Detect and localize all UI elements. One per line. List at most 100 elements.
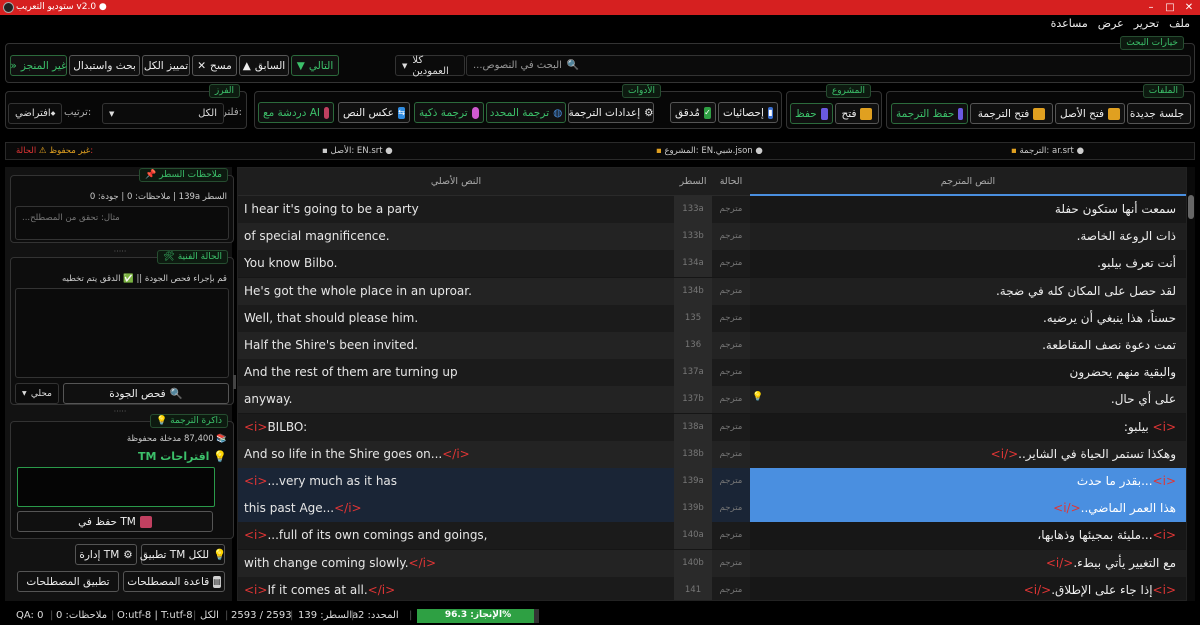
open-translation-button[interactable]: فتح الترجمة <box>970 103 1053 124</box>
line-cell[interactable]: 136 <box>674 332 712 359</box>
line-cell[interactable]: 140b <box>674 549 712 577</box>
new-session-button[interactable]: جلسة جديدة <box>1127 103 1191 124</box>
status-cell[interactable]: مترجم <box>712 522 750 549</box>
original-cell[interactable]: And so life in the Shire goes on...</i> <box>238 441 674 468</box>
checked-button-2[interactable]: مُدقق ✓ <box>670 102 716 123</box>
status-cell[interactable]: مترجم <box>712 577 750 600</box>
order-select[interactable]: افتراضي ◆ <box>8 103 62 124</box>
status-cell[interactable]: مترجم <box>712 305 750 332</box>
table-row[interactable]: <i>...very much as it has 139a مترجم <i>...… <box>238 468 1186 495</box>
line-cell[interactable]: 138b <box>674 440 712 468</box>
quality-check-button[interactable]: فحص الجودة 🔍 <box>63 383 229 404</box>
translation-cell[interactable]: وهكذا تستمر الحياة في الشاير..</i> <box>750 440 1186 468</box>
table-row[interactable]: Half the Shire's been invited. 136 مترجم تم… <box>238 332 1186 359</box>
status-cell[interactable]: مترجم <box>712 278 750 305</box>
translation-settings-button[interactable]: إعدادات الترجمة ⚙ <box>568 102 654 123</box>
menu-help[interactable]: مساعدة <box>1047 15 1092 33</box>
original-cell[interactable]: You know Bilbo. <box>238 250 674 277</box>
original-cell[interactable]: I hear it's going to be a party <box>238 196 674 223</box>
line-cell[interactable]: 137b <box>674 386 712 414</box>
translation-cell[interactable]: والبقية منهم يحضرون <box>750 359 1186 387</box>
translation-cell[interactable]: حسناً، هذا ينبغي أن يرضيه. <box>750 304 1186 332</box>
tm-suggestions-list[interactable] <box>17 467 215 507</box>
translation-cell[interactable]: سمعت أنها ستكون حفلة <box>750 196 1186 223</box>
status-cell[interactable]: مترجم <box>712 414 750 441</box>
translation-cell[interactable]: لقد حصل على المكان كله في ضجة. <box>750 277 1186 305</box>
splitter-handle-2[interactable]: ····· <box>110 407 130 416</box>
close-icon[interactable]: ✕ <box>1180 0 1198 15</box>
scope-select[interactable]: ▼ كلا العمودين <box>395 55 465 77</box>
original-cell[interactable]: <i>BILBO: <box>238 414 674 441</box>
status-cell[interactable]: مترجم <box>712 550 750 577</box>
status-cell[interactable]: مترجم <box>712 441 750 468</box>
original-cell[interactable]: Half the Shire's been invited. <box>238 332 674 359</box>
menu-file[interactable]: ملف <box>1165 15 1194 33</box>
filter-select[interactable]: ▼ الكل <box>102 103 224 124</box>
status-cell[interactable]: مترجم <box>712 250 750 277</box>
manage-tm-button[interactable]: إدارة TM ⚙ <box>75 544 137 565</box>
original-cell[interactable]: <i>...very much as it has <box>238 468 674 495</box>
splitter-handle[interactable]: ····· <box>110 247 130 256</box>
translation-cell[interactable]: <i>إذا جاء على الإطلاق.</i> <box>750 576 1186 600</box>
line-cell[interactable]: 139b <box>674 495 712 523</box>
table-row[interactable]: He's got the whole place in an uproar. 13… <box>238 277 1186 305</box>
line-cell[interactable]: 134a <box>674 250 712 278</box>
status-cell[interactable]: مترجم <box>712 196 750 223</box>
menu-view[interactable]: عرض <box>1094 15 1128 33</box>
line-cell[interactable]: 138a <box>674 413 712 441</box>
original-cell[interactable]: Well, that should please him. <box>238 305 674 332</box>
save-tm-button[interactable]: حفظ في TM <box>17 511 213 532</box>
table-row[interactable]: with change coming slowly.</i> 140b مترجم م… <box>238 549 1186 577</box>
original-cell[interactable]: of special magnificence. <box>238 223 674 250</box>
original-cell[interactable]: He's got the whole place in an uproar. <box>238 278 674 305</box>
status-cell[interactable]: مترجم <box>712 332 750 359</box>
smart-translate-button[interactable]: ترجمة ذكية <box>414 102 484 123</box>
table-row[interactable]: of special magnificence. 133b مترجم ذات الر… <box>238 223 1186 251</box>
translation-cell[interactable]: مع التغيير يأتي ببطء.</i> <box>750 549 1186 577</box>
header-status[interactable]: الحالة <box>712 168 750 196</box>
apply-tm-all-button[interactable]: تطبيق TM للكل 💡 <box>140 544 226 565</box>
open-source-button[interactable]: فتح الأصل <box>1055 103 1125 124</box>
project-open-button[interactable]: فتح <box>835 103 879 124</box>
maximize-icon[interactable]: □ <box>1161 0 1179 15</box>
replace-button[interactable]: بحث واستبدال <box>69 55 140 76</box>
select-all-button[interactable]: تمييز الكل <box>142 55 190 76</box>
translation-cell[interactable]: هذا العمر الماضي..</i> <box>750 495 1186 523</box>
table-row[interactable]: And so life in the Shire goes on...</i> 1… <box>238 440 1186 468</box>
original-cell[interactable]: this past Age...</i> <box>238 495 674 522</box>
translation-cell[interactable]: تمت دعوة نصف المقاطعة. <box>750 332 1186 359</box>
status-cell[interactable]: مترجم <box>712 468 750 495</box>
line-cell[interactable]: 137a <box>674 359 712 387</box>
table-row[interactable]: Well, that should please him. 135 مترجم حسن… <box>238 304 1186 332</box>
line-cell[interactable]: 134b <box>674 277 712 305</box>
original-cell[interactable]: anyway. <box>238 386 674 413</box>
status-cell[interactable]: مترجم <box>712 386 750 413</box>
scrollbar[interactable] <box>1187 167 1195 601</box>
menu-edit[interactable]: تحرير <box>1130 15 1163 33</box>
prev-button[interactable]: ▲ السابق <box>239 55 289 76</box>
translate-selected-button[interactable]: ترجمة المحدد ◍ <box>486 102 566 123</box>
line-cell[interactable]: 133a <box>674 196 712 223</box>
translation-cell[interactable]: على أي حال. <box>750 386 1186 414</box>
clear-button[interactable]: ✕ مسح <box>192 55 237 76</box>
line-cell[interactable]: 141 <box>674 576 712 600</box>
ai-chat-button[interactable]: دردشة مع AI <box>258 102 334 123</box>
original-cell[interactable]: <i>...full of its own comings and goings… <box>238 522 674 549</box>
original-cell[interactable]: And the rest of them are turning up <box>238 359 674 386</box>
search-input[interactable]: 🔍 البحث في النصوص... <box>466 55 1191 76</box>
table-row[interactable]: And the rest of them are turning up 137a م… <box>238 359 1186 387</box>
line-cell[interactable]: 133b <box>674 223 712 251</box>
table-row[interactable]: <i>If it comes at all.</i> 141 مترجم <i>إذا… <box>238 576 1186 600</box>
apply-terms-button[interactable]: تطبيق المصطلحات <box>17 571 119 592</box>
status-cell[interactable]: مترجم <box>712 359 750 386</box>
table-row[interactable]: this past Age...</i> 139b مترجم هذا العمر ا… <box>238 495 1186 523</box>
local-select[interactable]: ▼ محلي <box>15 383 59 404</box>
table-row[interactable]: I hear it's going to be a party 133a مترجم… <box>238 196 1186 223</box>
reverse-text-button[interactable]: عكس النص ⇆ <box>338 102 410 123</box>
header-line[interactable]: السطر <box>674 168 712 196</box>
table-row[interactable]: <i>...full of its own comings and goings… <box>238 522 1186 550</box>
status-cell[interactable]: مترجم <box>712 495 750 522</box>
translation-cell[interactable]: ذات الروعة الخاصة. <box>750 223 1186 251</box>
save-translation-button[interactable]: حفظ الترجمة <box>891 103 968 124</box>
untranslated-button[interactable]: » غير المنجز <box>10 55 67 76</box>
